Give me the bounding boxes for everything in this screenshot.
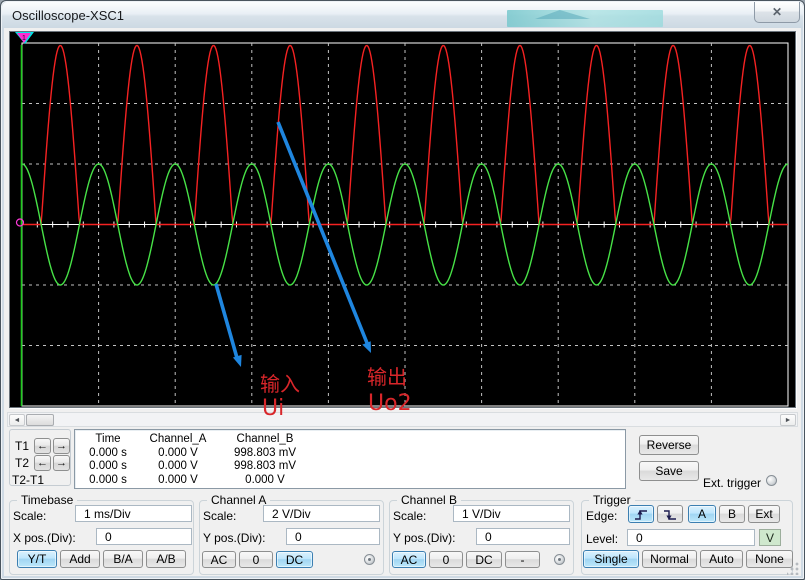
cursor-t1-label: T1: [15, 439, 29, 453]
cursor-t2t1-label: T2-T1: [12, 473, 44, 487]
trigger-source-b-button[interactable]: B: [719, 505, 745, 523]
cursor-t2-label: T2: [15, 456, 29, 470]
t2-channel-b: 998.803 mV: [215, 460, 315, 474]
scope-graticule-svg: 1: [10, 32, 795, 407]
oscilloscope-window: Oscilloscope-XSC1 ✕ 1 ◄ ► T1 ← → T2 ← → …: [0, 0, 805, 580]
channel-a-ac-button[interactable]: AC: [202, 551, 236, 568]
cursor-control-box: T1 ← → T2 ← → T2-T1: [9, 429, 71, 486]
channel-b-scale-label: Scale:: [393, 509, 426, 523]
col-header-channel-b: Channel_B: [215, 433, 315, 447]
scope-display: 1: [9, 31, 796, 408]
trigger-mode-single[interactable]: Single: [583, 550, 639, 568]
scroll-left-button[interactable]: ◄: [9, 414, 25, 426]
channel-b-dc-button[interactable]: DC: [466, 551, 502, 568]
t2t1-channel-a: 0.000 V: [141, 474, 215, 488]
trigger-edge-label: Edge:: [586, 509, 617, 523]
timebase-mode-ba[interactable]: B/A: [103, 550, 143, 568]
trigger-mode-normal[interactable]: Normal: [642, 550, 697, 568]
trigger-level-field[interactable]: 0: [627, 529, 755, 546]
measurement-readout: Time Channel_A Channel_B 0.000 s 0.000 V…: [74, 429, 626, 489]
save-button[interactable]: Save: [639, 461, 699, 481]
trigger-level-unit[interactable]: V: [759, 529, 781, 546]
t2t1-time: 0.000 s: [75, 474, 141, 488]
t2-right-button[interactable]: →: [53, 455, 70, 471]
channel-a-title: Channel A: [207, 493, 270, 507]
timebase-xpos-label: X pos.(Div):: [13, 531, 76, 545]
t2-channel-a: 0.000 V: [141, 460, 215, 474]
trigger-mode-none[interactable]: None: [746, 550, 793, 568]
channel-a-scale-field[interactable]: 2 V/Div: [263, 505, 380, 522]
channel-b-zero-button[interactable]: 0: [429, 551, 463, 568]
falling-edge-icon: [662, 508, 678, 521]
channel-a-ypos-label: Y pos.(Div):: [203, 531, 265, 545]
channel-b-ypos-field[interactable]: 0: [476, 528, 570, 545]
scroll-right-button[interactable]: ►: [780, 414, 796, 426]
channel-a-scale-label: Scale:: [203, 509, 236, 523]
channel-a-ypos-field[interactable]: 0: [286, 528, 380, 545]
channel-a-dc-button[interactable]: DC: [276, 551, 313, 568]
col-header-channel-a: Channel_A: [141, 433, 215, 447]
timebase-title: Timebase: [17, 493, 77, 507]
trigger-source-a-button[interactable]: A: [688, 505, 716, 523]
resize-grip[interactable]: [787, 562, 800, 575]
timebase-scale-label: Scale:: [13, 509, 46, 523]
t2t1-channel-b: 0.000 V: [215, 474, 315, 488]
cursor-flag-digit: 1: [22, 35, 26, 42]
t2-time: 0.000 s: [75, 460, 141, 474]
t1-right-button[interactable]: →: [53, 438, 70, 454]
background-window-glimpse: [507, 10, 663, 27]
timebase-xpos-field[interactable]: 0: [96, 528, 192, 545]
scrollbar-thumb[interactable]: [26, 414, 54, 426]
t1-channel-b: 998.803 mV: [215, 447, 315, 461]
title-bar[interactable]: Oscilloscope-XSC1 ✕: [2, 2, 803, 28]
rising-edge-button[interactable]: [628, 505, 654, 523]
t1-left-button[interactable]: ←: [34, 438, 51, 454]
trigger-source-ext-button[interactable]: Ext: [748, 505, 780, 523]
t2-left-button[interactable]: ←: [34, 455, 51, 471]
channel-b-title: Channel B: [397, 493, 461, 507]
trigger-mode-auto[interactable]: Auto: [700, 550, 743, 568]
trigger-level-label: Level:: [586, 532, 618, 546]
rising-edge-icon: [633, 508, 649, 521]
channel-b-indicator: [554, 554, 565, 565]
t1-channel-a: 0.000 V: [141, 447, 215, 461]
channel-b-minus-button[interactable]: -: [505, 551, 540, 568]
ext-trigger-indicator[interactable]: [766, 475, 777, 486]
timebase-mode-yt[interactable]: Y/T: [17, 550, 57, 568]
timebase-scale-field[interactable]: 1 ms/Div: [75, 505, 192, 522]
timebase-mode-ab[interactable]: A/B: [146, 550, 186, 568]
horizontal-scrollbar[interactable]: ◄ ►: [7, 412, 798, 427]
channel-b-scale-field[interactable]: 1 V/Div: [453, 505, 570, 522]
timebase-mode-add[interactable]: Add: [60, 550, 100, 568]
ext-trigger-label: Ext. trigger: [703, 476, 761, 490]
channel-a-indicator: [364, 554, 375, 565]
close-button[interactable]: ✕: [754, 2, 800, 23]
channel-a-zero-button[interactable]: 0: [239, 551, 273, 568]
channel-b-ypos-label: Y pos.(Div):: [393, 531, 455, 545]
col-header-time: Time: [75, 433, 141, 447]
trigger-title: Trigger: [589, 493, 635, 507]
t1-time: 0.000 s: [75, 447, 141, 461]
falling-edge-button[interactable]: [657, 505, 683, 523]
reverse-button[interactable]: Reverse: [639, 435, 699, 455]
window-title: Oscilloscope-XSC1: [12, 8, 124, 23]
channel-b-ac-button[interactable]: AC: [392, 551, 426, 568]
